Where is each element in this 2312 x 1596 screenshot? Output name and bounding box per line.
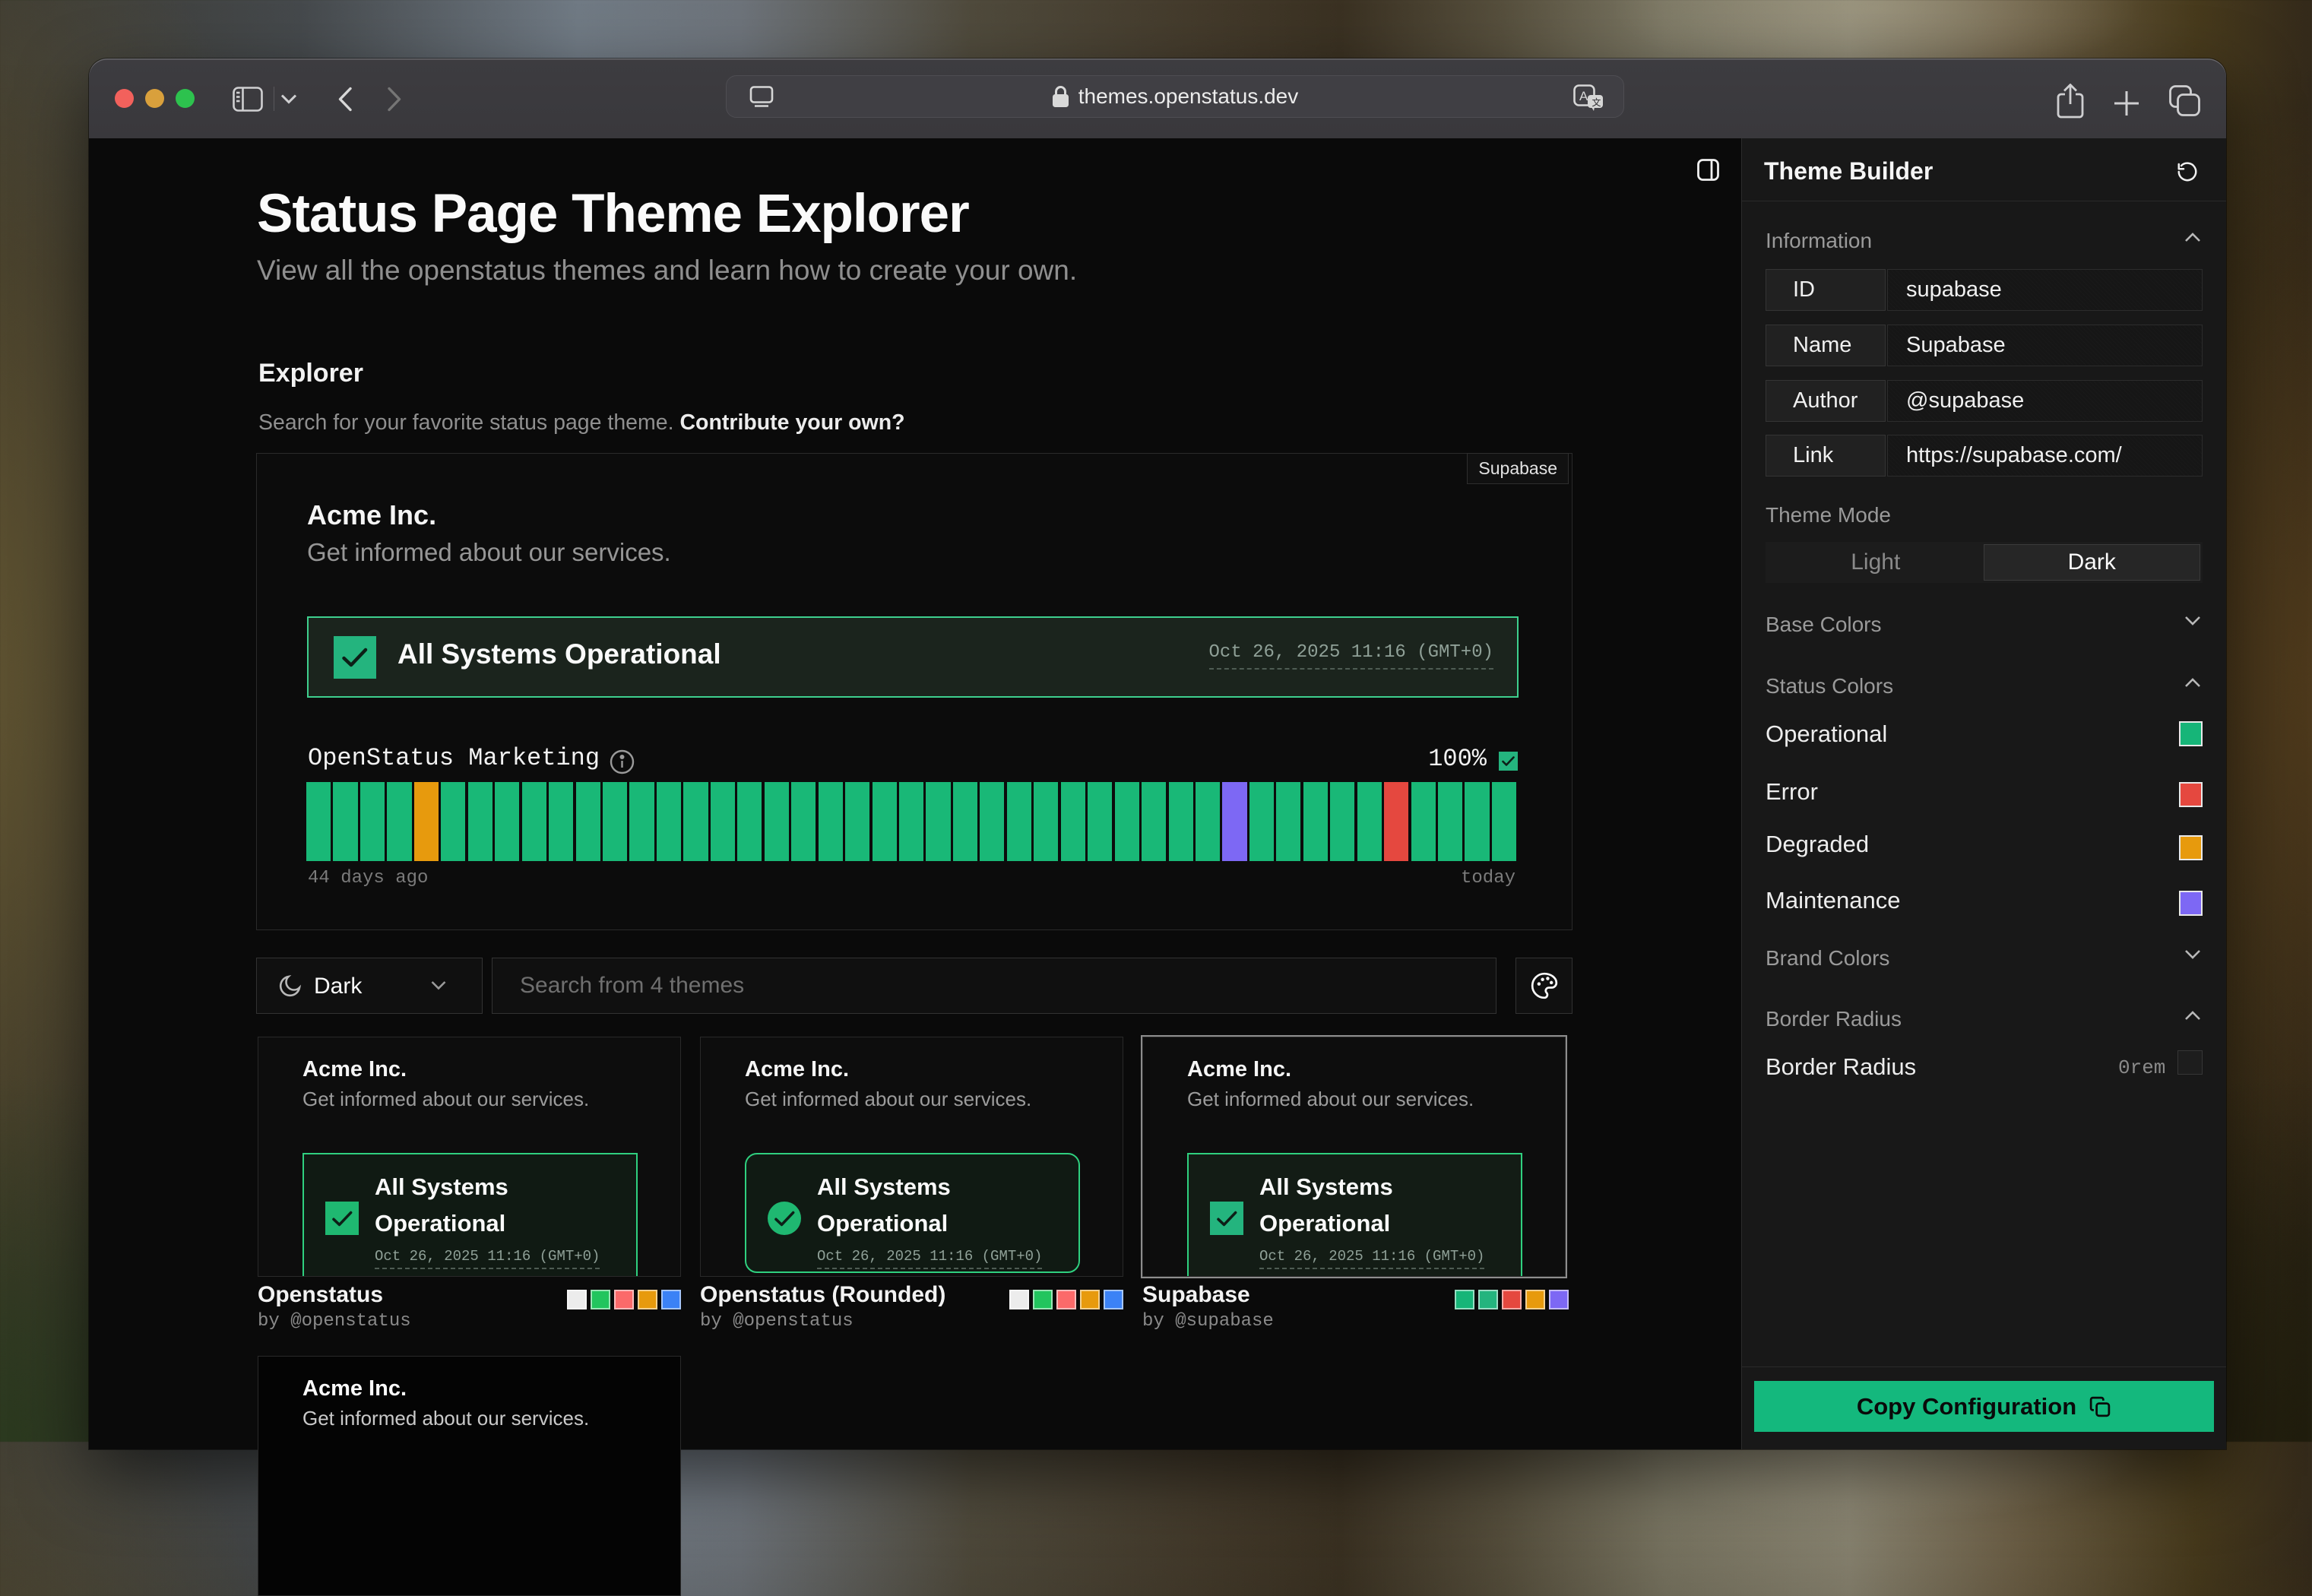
svg-text:A: A <box>1579 89 1588 103</box>
svg-text:文: 文 <box>1592 97 1601 108</box>
